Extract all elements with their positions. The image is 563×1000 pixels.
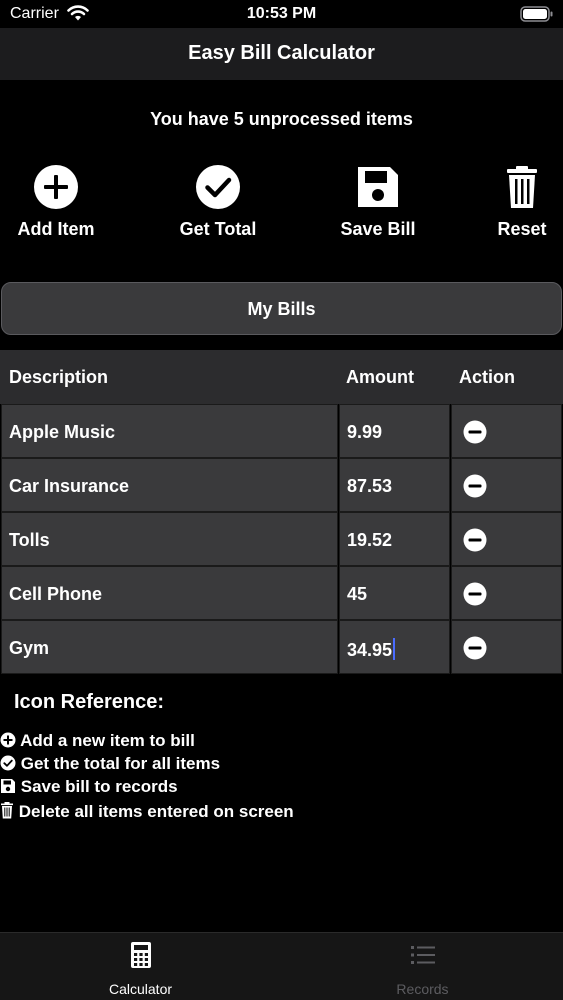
minus-circle-icon <box>463 582 487 606</box>
amount-value: 19.52 <box>347 530 393 550</box>
description-value: Tolls <box>9 530 50 550</box>
amount-field[interactable]: 34.95 <box>339 620 450 674</box>
header-description: Description <box>9 367 109 387</box>
icon-reference-text: Delete all items entered on screen <box>18 802 294 821</box>
minus-circle-icon <box>463 474 487 498</box>
description-value: Cell Phone <box>9 584 103 604</box>
status-time: 10:53 PM <box>246 5 317 22</box>
check-circle-icon <box>196 165 240 209</box>
amount-value: 9.99 <box>347 422 383 442</box>
icon-reference-item: Delete all items entered on screen <box>0 802 294 822</box>
my-bills-button[interactable]: My Bills <box>1 282 562 335</box>
amount-field[interactable]: 45 <box>339 566 450 620</box>
remove-item-button[interactable] <box>451 566 562 620</box>
tab-bar: Calculator Records <box>0 932 563 1000</box>
battery-icon <box>520 6 553 22</box>
remove-item-button[interactable] <box>451 620 562 674</box>
my-bills-label: My Bills <box>247 299 316 319</box>
get-total-label: Get Total <box>179 219 257 239</box>
minus-circle-icon <box>463 420 487 444</box>
table-row: Car Insurance 87.53 <box>0 458 563 512</box>
remove-item-button[interactable] <box>451 458 562 512</box>
status-bar: Carrier 10:53 PM <box>0 0 563 28</box>
save-bill-button[interactable]: Save Bill <box>313 160 443 250</box>
amount-field[interactable]: 9.99 <box>339 404 450 458</box>
bill-table: Description Amount Action Apple Music 9.… <box>0 350 563 674</box>
header-amount: Amount <box>346 367 414 387</box>
remove-item-button[interactable] <box>451 404 562 458</box>
amount-value: 34.95 <box>347 638 396 661</box>
description-value: Gym <box>9 638 50 658</box>
amount-value: 45 <box>347 584 368 604</box>
description-field[interactable]: Tolls <box>1 512 338 566</box>
table-header: Description Amount Action <box>0 350 563 404</box>
reset-button[interactable]: Reset <box>457 160 563 250</box>
remove-item-button[interactable] <box>451 512 562 566</box>
icon-reference-text: Save bill to records <box>20 777 178 796</box>
floppy-disk-icon <box>1 779 15 793</box>
table-row: Gym 34.95 <box>0 620 563 674</box>
table-row: Tolls 19.52 <box>0 512 563 566</box>
minus-circle-icon <box>463 528 487 552</box>
amount-field[interactable]: 19.52 <box>339 512 450 566</box>
table-row: Apple Music 9.99 <box>0 404 563 458</box>
description-field[interactable]: Car Insurance <box>1 458 338 512</box>
amount-value: 87.53 <box>347 476 393 496</box>
reset-label: Reset <box>497 219 547 239</box>
description-field[interactable]: Apple Music <box>1 404 338 458</box>
list-icon <box>410 946 435 964</box>
check-circle-icon <box>0 755 16 771</box>
table-row: Cell Phone 45 <box>0 566 563 620</box>
plus-circle-icon <box>0 732 16 748</box>
icon-reference-item: Get the total for all items <box>0 754 220 774</box>
nav-bar: Easy Bill Calculator <box>0 28 563 80</box>
description-value: Car Insurance <box>9 476 130 496</box>
add-item-button[interactable]: Add Item <box>0 160 121 250</box>
text-caret <box>393 638 396 660</box>
get-total-button[interactable]: Get Total <box>153 160 283 250</box>
description-value: Apple Music <box>9 422 116 442</box>
icon-reference-text: Add a new item to bill <box>20 731 195 750</box>
description-field[interactable]: Cell Phone <box>1 566 338 620</box>
trash-icon <box>1 802 13 819</box>
plus-circle-icon <box>34 165 78 209</box>
unprocessed-count-text: You have 5 unprocessed items <box>150 109 413 129</box>
minus-circle-icon <box>463 636 487 660</box>
icon-reference-text: Get the total for all items <box>20 754 221 773</box>
icon-reference-item: Add a new item to bill <box>0 731 195 751</box>
floppy-disk-icon <box>358 167 398 207</box>
tab-calculator-label: Calculator <box>108 981 173 997</box>
save-bill-label: Save Bill <box>340 219 416 239</box>
tab-calculator[interactable]: Calculator <box>0 933 281 1000</box>
trash-icon <box>507 166 537 208</box>
icon-reference-title: Icon Reference: <box>14 691 165 713</box>
icon-reference-item: Save bill to records <box>0 777 178 797</box>
tab-records[interactable]: Records <box>282 933 563 1000</box>
calculator-icon <box>130 942 151 968</box>
description-field[interactable]: Gym <box>1 620 338 674</box>
page-title: Easy Bill Calculator <box>188 42 375 64</box>
add-item-label: Add Item <box>17 219 95 239</box>
tab-records-label: Records <box>396 981 449 997</box>
amount-field[interactable]: 87.53 <box>339 458 450 512</box>
header-action: Action <box>459 367 515 387</box>
